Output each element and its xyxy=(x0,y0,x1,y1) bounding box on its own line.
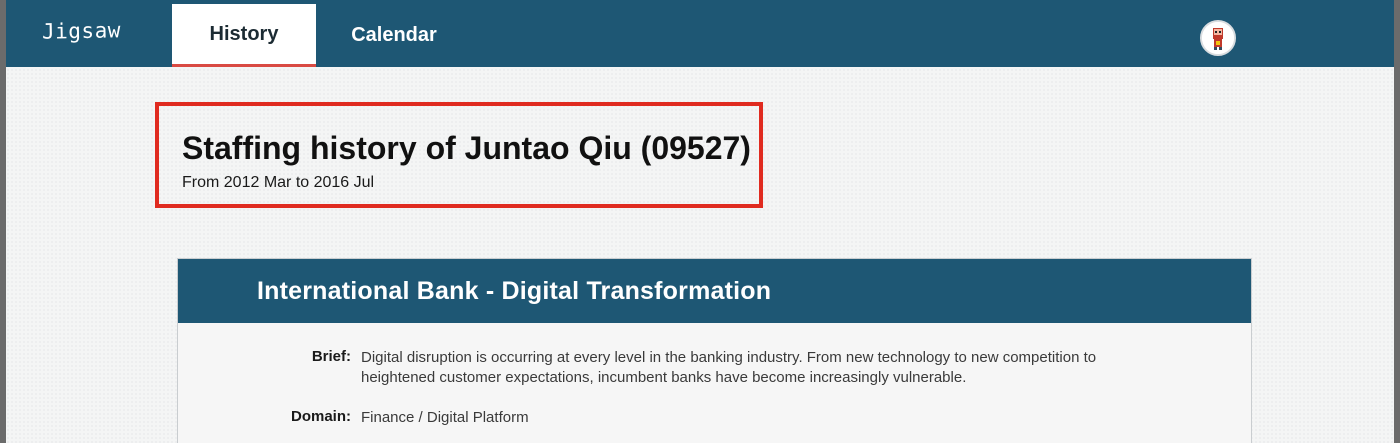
project-title[interactable]: International Bank - Digital Transformat… xyxy=(178,259,1251,323)
brief-row: Brief: Digital disruption is occurring a… xyxy=(178,348,1161,388)
domain-label: Domain: xyxy=(291,408,351,425)
tab-history[interactable]: History xyxy=(172,4,316,67)
page-title: Staffing history of Juntao Qiu (09527) xyxy=(182,130,751,166)
domain-row: Domain: Finance / Digital Platform xyxy=(178,408,1161,428)
tab-calendar-label: Calendar xyxy=(351,24,437,46)
app-logo[interactable]: Jigsaw xyxy=(42,18,121,43)
date-range: From 2012 Mar to 2016 Jul xyxy=(182,174,375,191)
tab-history-label: History xyxy=(209,22,279,45)
tab-calendar[interactable]: Calendar xyxy=(316,4,472,67)
staffing-header-highlight: Staffing history of Juntao Qiu (09527) F… xyxy=(155,102,763,208)
top-navigation: Jigsaw History Calendar xyxy=(6,0,1394,67)
project-card: International Bank - Digital Transformat… xyxy=(177,258,1252,443)
user-avatar[interactable] xyxy=(1200,20,1236,56)
brief-text: Digital disruption is occurring at every… xyxy=(361,349,1097,386)
app-window: Jigsaw History Calendar Staffing history… xyxy=(6,0,1394,443)
domain-text: Finance / Digital Platform xyxy=(361,409,529,426)
brief-label: Brief: xyxy=(311,348,351,365)
user-avatar-icon xyxy=(1202,22,1234,54)
